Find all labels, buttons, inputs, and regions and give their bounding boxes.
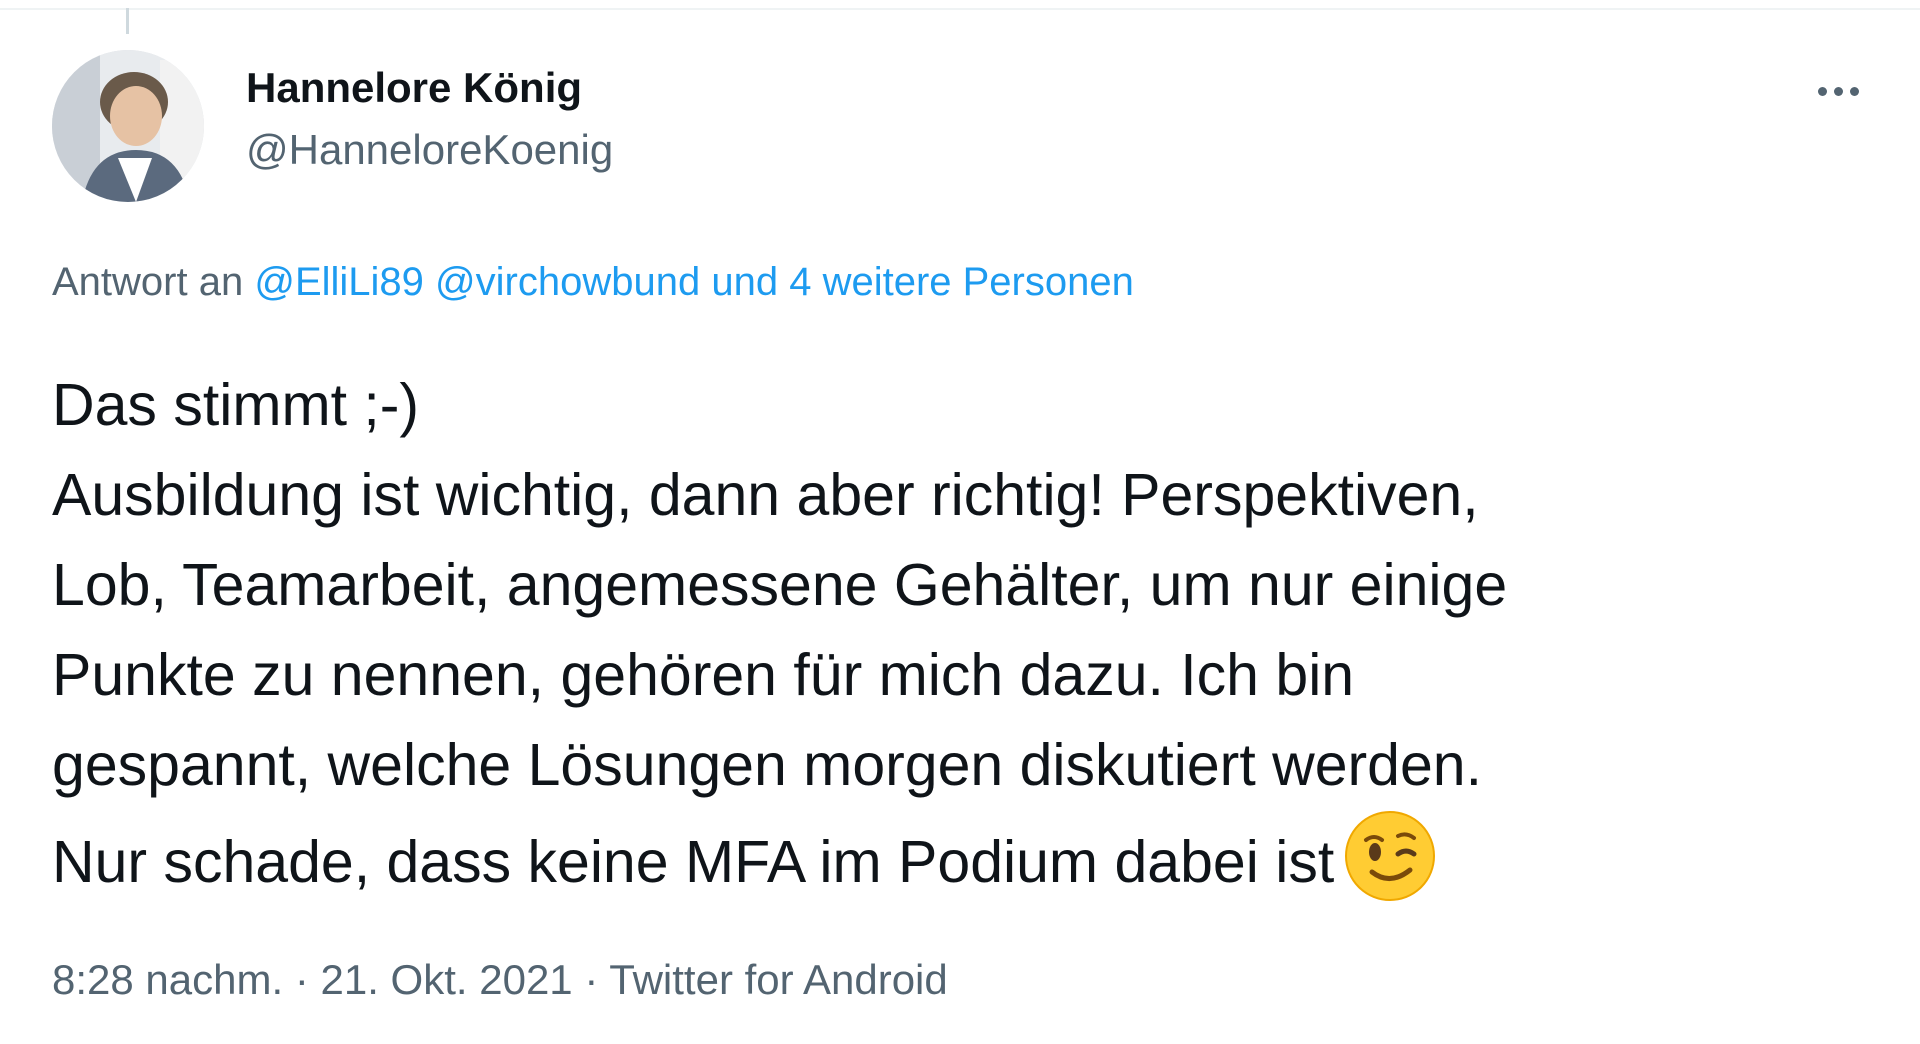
tweet-text-line: Nur schade, dass keine MFA im Podium dab… [52,829,1335,895]
more-options-button[interactable] [1806,66,1870,116]
tweet-text-line: Ausbildung ist wichtig, dann aber richti… [52,462,1479,528]
mention-link[interactable]: @ElliLi89 [254,260,424,304]
avatar-image [52,50,204,202]
reply-context: Antwort an @ElliLi89 @virchowbund und 4 … [52,260,1134,305]
tweet-meta: 8:28 nachm. · 21. Okt. 2021 · Twitter fo… [52,956,948,1004]
tweet-text-line: gespannt, welche Lösungen morgen diskuti… [52,732,1483,798]
tweet-text: Das stimmt ;-) Ausbildung ist wichtig, d… [52,360,1892,907]
meta-separator: · [294,956,309,1003]
avatar[interactable] [52,50,204,202]
tweet-text-line: Punkte zu nennen, gehören für mich dazu.… [52,642,1355,708]
meta-separator: · [584,956,599,1003]
author-name[interactable]: Hannelore König [246,64,582,112]
tweet: Hannelore König @HanneloreKoenig Antwort… [0,0,1920,1044]
tweet-text-line: Lob, Teamarbeit, angemessene Gehälter, u… [52,552,1508,618]
others-link[interactable]: und 4 weitere Personen [711,260,1134,304]
winking-face-emoji-icon [1344,810,1436,902]
more-dot [1833,86,1843,96]
tweet-text-last-line: Nur schade, dass keine MFA im Podium dab… [52,810,1892,907]
reply-prefix: Antwort an [52,260,244,304]
author-handle[interactable]: @HanneloreKoenig [246,126,613,174]
mention-link[interactable]: @virchowbund [435,260,700,304]
more-dot [1849,86,1859,96]
tweet-date[interactable]: 21. Okt. 2021 [321,956,573,1003]
tweet-source[interactable]: Twitter for Android [609,956,947,1003]
more-horizontal-icon [1817,86,1827,96]
tweet-time[interactable]: 8:28 nachm. [52,956,283,1003]
tweet-text-line: Das stimmt ;-) [52,372,420,438]
